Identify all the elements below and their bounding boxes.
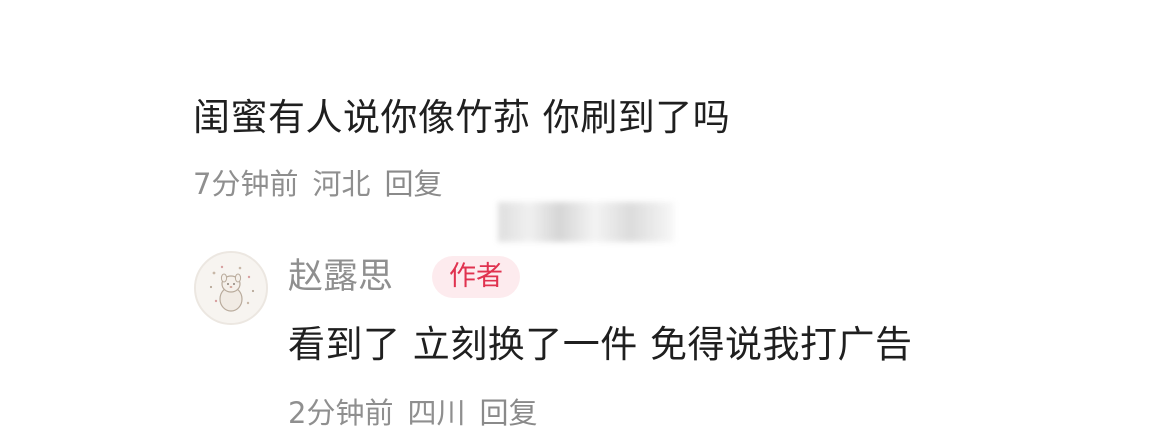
author-avatar[interactable] (194, 251, 268, 325)
comment-text: 闺蜜有人说你像竹荪 你刷到了吗 (193, 96, 731, 139)
comment-location: 河北 (312, 167, 371, 201)
author-badge: 作者 (432, 256, 520, 298)
author-name[interactable]: 赵露思 (288, 255, 393, 299)
reply-button[interactable]: 回复 (384, 166, 442, 202)
cartoon-avatar-icon (196, 253, 266, 323)
reply-text: 看到了 立刻换了一件 免得说我打广告 (288, 323, 913, 366)
reply-time: 2分钟前 (288, 396, 394, 430)
reply-meta: 2分钟前 四川 回复 (288, 395, 537, 431)
comment-thread: 闺蜜有人说你像竹荪 你刷到了吗 7分钟前 河北 回复 赵露思 作者 看到了 立刻… (0, 0, 1170, 442)
comment-meta: 7分钟前 河北 回复 (193, 166, 442, 202)
reply-location: 四川 (407, 396, 466, 430)
reply-button[interactable]: 回复 (479, 395, 537, 431)
blurred-region (498, 202, 674, 242)
comment-time: 7分钟前 (193, 167, 299, 201)
